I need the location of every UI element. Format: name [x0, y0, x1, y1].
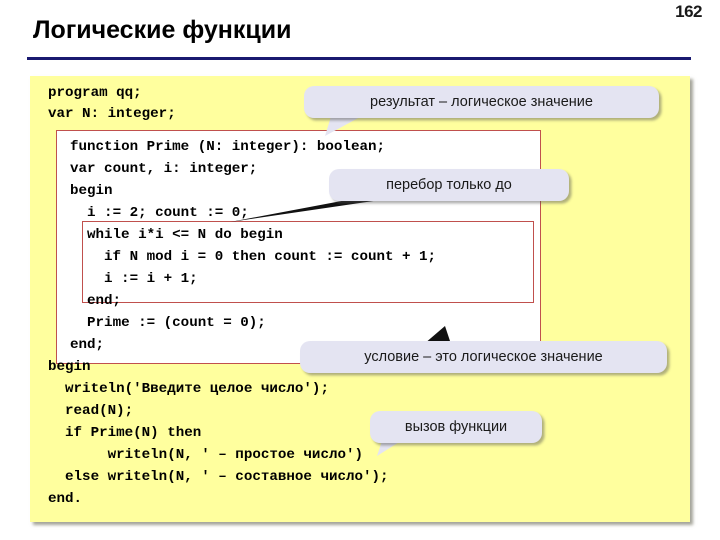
code-line: end;	[87, 293, 122, 309]
title-divider	[27, 57, 691, 60]
code-line: var count, i: integer;	[70, 161, 258, 177]
code-line: read(N);	[48, 403, 134, 419]
code-line: writeln('Введите целое число');	[48, 381, 329, 397]
code-line: if Prime(N) then	[48, 425, 202, 441]
code-line: if N mod i = 0 then count := count + 1;	[87, 249, 437, 265]
code-line: Prime := (count = 0);	[70, 315, 266, 331]
code-line: begin	[48, 359, 91, 375]
code-line: i := i + 1;	[87, 271, 198, 287]
page-number: 162	[675, 2, 702, 21]
callout-function-call: вызов функции	[370, 411, 542, 443]
code-line: while i*i <= N do begin	[87, 227, 283, 243]
callout-search-limit: перебор только до	[329, 169, 569, 201]
code-line: program qq;	[48, 85, 142, 101]
callout-condition-boolean: условие – это логическое значение	[300, 341, 667, 373]
code-line: i := 2; count := 0;	[70, 205, 249, 221]
code-line: function Prime (N: integer): boolean;	[70, 139, 386, 155]
code-line: writeln(N, ' – простое число')	[48, 447, 364, 463]
code-line: end.	[48, 491, 83, 507]
code-line: else writeln(N, ' – составное число');	[48, 469, 389, 485]
code-line: var N: integer;	[48, 106, 176, 122]
page-title: Логические функции	[33, 16, 292, 44]
callout-result-boolean: результат – логическое значение	[304, 86, 659, 118]
code-line: begin	[70, 183, 113, 199]
code-line: end;	[70, 337, 105, 353]
